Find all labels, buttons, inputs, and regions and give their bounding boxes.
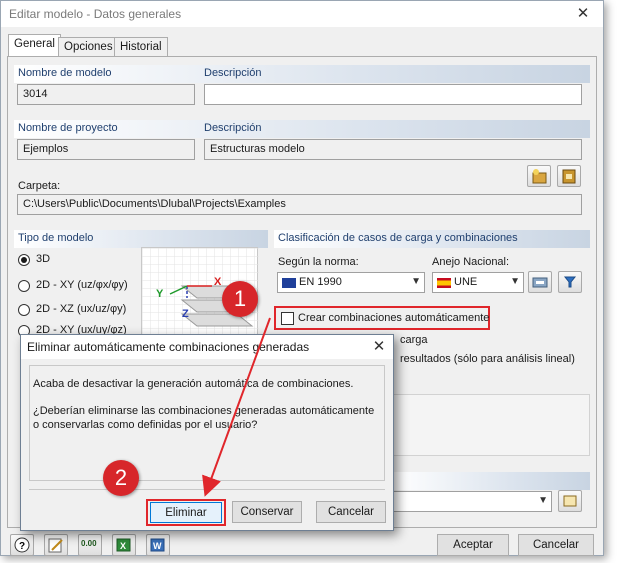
chevron-down-icon: ▼: [538, 495, 548, 506]
annex-value: UNE: [454, 276, 478, 288]
model-section-header: Nombre de modelo Descripción: [14, 65, 590, 83]
partial-option-text-2: resultados (sólo para análisis lineal): [400, 353, 575, 365]
new-project-icon: [532, 169, 547, 184]
delete-combinations-dialog: Eliminar automáticamente combinaciones g…: [20, 334, 394, 531]
settings-icon: [532, 277, 548, 288]
dialog-message-line1: Acaba de desactivar la generación automá…: [33, 378, 354, 390]
import-icon: W: [150, 538, 165, 552]
help-icon: ?: [14, 537, 30, 553]
edit-notes-button[interactable]: [44, 534, 68, 556]
list-icon: [563, 495, 577, 507]
folder-label: Carpeta:: [18, 180, 61, 192]
hidden-select-button[interactable]: [558, 490, 582, 512]
chevron-down-icon: ▼: [510, 276, 520, 287]
help-button[interactable]: ?: [10, 534, 34, 556]
auto-combos-checkbox[interactable]: [281, 312, 294, 325]
project-name-field[interactable]: Ejemplos: [17, 139, 195, 160]
project-manager-button[interactable]: [557, 165, 581, 187]
title-bar: Editar modelo - Datos generales ✕: [1, 1, 603, 27]
svg-text:X: X: [120, 541, 126, 551]
dialog-message-line2: ¿Deberían eliminarse las combinaciones g…: [33, 405, 375, 417]
keep-button[interactable]: Conservar: [232, 501, 302, 523]
delete-button-highlight: Eliminar: [146, 499, 226, 526]
folder-path-field[interactable]: C:\Users\Public\Documents\Dlubal\Project…: [17, 194, 582, 215]
eu-flag-icon: [282, 278, 296, 288]
excel-icon: X: [116, 538, 131, 552]
dialog-cancel-button[interactable]: Cancelar: [316, 501, 386, 523]
dialog-close-icon[interactable]: ✕: [371, 339, 387, 355]
project-name-header: Nombre de proyecto: [18, 122, 118, 134]
hidden-section-header: [392, 472, 590, 490]
annotation-badge-1: 1: [222, 281, 258, 317]
svg-text:?: ?: [19, 541, 25, 552]
tab-opciones[interactable]: Opciones: [58, 37, 119, 57]
dialog-message-area: Acaba de desactivar la generación automá…: [29, 365, 385, 481]
radio-2d-xy-label: 2D - XY (uz/φx/φy): [36, 279, 128, 291]
axis-y-label: Y: [156, 288, 164, 300]
svg-text:W: W: [153, 541, 162, 551]
model-type-header-bar: Tipo de modelo: [14, 230, 268, 248]
annex-label: Anejo Nacional:: [432, 256, 510, 268]
radio-3d-label: 3D: [36, 253, 51, 265]
dialog-message-line3: o conservarlas como definidas por el usu…: [33, 419, 258, 431]
hidden-select[interactable]: ▼: [392, 491, 552, 512]
radio-2d-xz-label: 2D - XZ (ux/uz/φy): [36, 303, 127, 315]
cancel-button[interactable]: Cancelar: [518, 534, 594, 556]
annex-settings-button[interactable]: [528, 271, 552, 293]
annex-select[interactable]: UNE ▼: [432, 272, 524, 293]
annotation-badge-2: 2: [103, 460, 139, 496]
norm-label: Según la norma:: [278, 256, 359, 268]
export-excel-button[interactable]: X: [112, 534, 136, 556]
project-description-field[interactable]: Estructuras modelo: [204, 139, 582, 160]
model-type-header: Tipo de modelo: [18, 232, 94, 244]
auto-combos-highlight: Crear combinaciones automáticamente: [274, 306, 490, 330]
tab-historial[interactable]: Historial: [114, 37, 168, 57]
norm-select[interactable]: EN 1990 ▼: [277, 272, 425, 293]
new-project-button[interactable]: [527, 165, 551, 187]
edit-notes-icon: [48, 538, 63, 553]
ok-button[interactable]: Aceptar: [437, 534, 509, 556]
units-button[interactable]: 0.00: [78, 534, 102, 556]
radio-2d-xz[interactable]: [18, 304, 30, 316]
filter-button[interactable]: [558, 271, 582, 293]
delete-button[interactable]: Eliminar: [150, 502, 222, 523]
tab-general[interactable]: General: [8, 34, 61, 57]
axis-z-label: Z: [182, 308, 189, 320]
project-section-header: Nombre de proyecto Descripción: [14, 120, 590, 138]
model-description-field[interactable]: [204, 84, 582, 105]
project-desc-header: Descripción: [204, 122, 262, 134]
axis-x-label: X: [214, 276, 222, 288]
radio-3d[interactable]: [18, 254, 30, 266]
units-icon: 0.00: [81, 539, 97, 548]
import-button[interactable]: W: [146, 534, 170, 556]
chevron-down-icon: ▼: [411, 276, 421, 287]
dialog-divider: [29, 489, 385, 490]
partial-option-text-1: carga: [400, 334, 428, 346]
norm-value: EN 1990: [299, 276, 342, 288]
classification-header-bar: Clasificación de casos de carga y combin…: [274, 230, 590, 248]
project-manager-icon: [562, 169, 576, 184]
model-name-header: Nombre de modelo: [18, 67, 112, 79]
spain-flag-icon: [437, 278, 451, 288]
filter-icon: [563, 276, 577, 288]
close-icon[interactable]: ✕: [575, 6, 591, 22]
dialog-title: Eliminar automáticamente combinaciones g…: [27, 340, 310, 354]
model-name-field[interactable]: 3014: [17, 84, 195, 105]
radio-2d-xy[interactable]: [18, 280, 30, 292]
dialog-title-bar: Eliminar automáticamente combinaciones g…: [21, 335, 393, 359]
window-title: Editar modelo - Datos generales: [9, 7, 182, 21]
classification-header: Clasificación de casos de carga y combin…: [278, 232, 518, 244]
hidden-section-area: [392, 394, 590, 456]
model-desc-header: Descripción: [204, 67, 262, 79]
auto-combos-label: Crear combinaciones automáticamente: [298, 312, 490, 324]
